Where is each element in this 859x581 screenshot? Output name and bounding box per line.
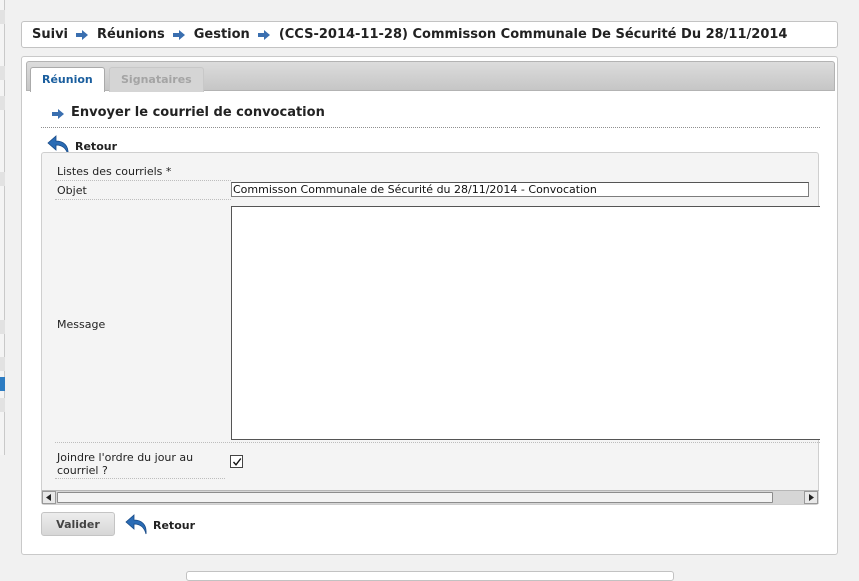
breadcrumb: Suivi Réunions Gestion (CCS-2014-11-28) … — [21, 21, 838, 48]
arrow-right-icon — [52, 108, 64, 123]
sidebar-tab[interactable] — [0, 398, 5, 412]
join-agenda-checkbox[interactable] — [230, 455, 243, 468]
join-agenda-label: Joindre l'ordre du jour au courriel ? — [57, 451, 194, 477]
divider — [55, 442, 820, 443]
tab-reunion[interactable]: Réunion — [30, 67, 105, 92]
lists-label: Listes des courriels * — [57, 165, 172, 178]
sidebar-tab[interactable] — [0, 96, 5, 110]
message-label: Message — [57, 318, 106, 331]
sidebar-tab[interactable] — [0, 10, 5, 24]
objet-label: Objet — [57, 184, 87, 197]
checkmark-icon — [232, 457, 241, 466]
horizontal-scrollbar[interactable] — [42, 490, 819, 504]
tab-signataires[interactable]: Signataires — [109, 67, 204, 92]
breadcrumb-item-current: (CCS-2014-11-28) Commisson Communale De … — [278, 27, 788, 42]
section-title: Envoyer le courriel de convocation — [41, 105, 820, 128]
sidebar-tab-selected[interactable] — [0, 377, 5, 391]
main-panel: Réunion Signataires Envoyer le courriel … — [21, 56, 838, 555]
triangle-left-icon — [46, 494, 51, 501]
divider — [55, 478, 225, 479]
scroll-right-button[interactable] — [804, 491, 818, 504]
submit-button[interactable]: Valider — [41, 512, 115, 536]
undo-arrow-icon — [125, 513, 150, 538]
mail-form: Listes des courriels * Objet Message Joi… — [41, 152, 820, 505]
footer-panel — [186, 571, 674, 581]
breadcrumb-item-reunions[interactable]: Réunions — [97, 27, 165, 42]
sidebar-tab[interactable] — [0, 66, 5, 80]
sidebar-edge — [0, 0, 5, 455]
triangle-right-icon — [809, 494, 814, 501]
breadcrumb-item-gestion[interactable]: Gestion — [194, 27, 250, 42]
arrow-right-icon — [172, 29, 185, 40]
back-link-bottom[interactable]: Retour — [125, 513, 195, 538]
sidebar-tab[interactable] — [0, 172, 5, 186]
sidebar-tab[interactable] — [0, 320, 5, 334]
arrow-right-icon — [257, 29, 270, 40]
sidebar-tab[interactable] — [0, 357, 5, 371]
divider — [55, 199, 231, 200]
tab-bar: Réunion Signataires — [26, 61, 835, 92]
arrow-right-icon — [76, 29, 89, 40]
scroll-left-button[interactable] — [42, 491, 56, 504]
message-textarea[interactable] — [231, 206, 820, 440]
objet-input[interactable] — [231, 182, 809, 197]
scrollbar-thumb[interactable] — [57, 492, 773, 503]
back-link-label[interactable]: Retour — [153, 519, 195, 532]
breadcrumb-item-suivi[interactable]: Suivi — [32, 27, 68, 42]
section-title-text: Envoyer le courriel de convocation — [71, 105, 325, 120]
divider — [55, 180, 231, 181]
